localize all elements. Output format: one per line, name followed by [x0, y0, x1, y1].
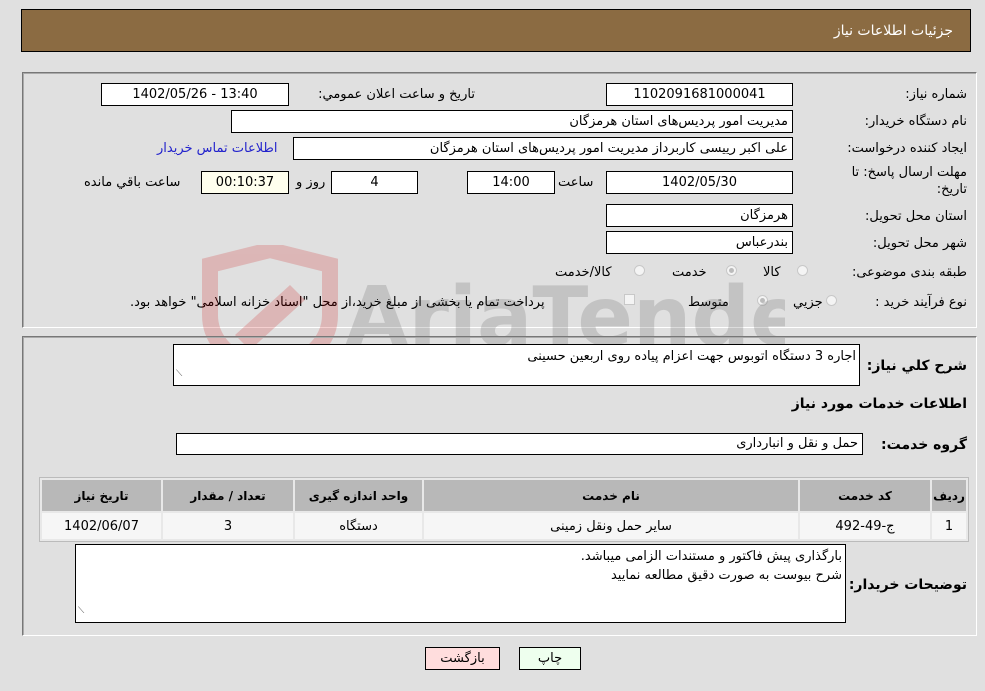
- cell-unit: دستگاه: [295, 513, 422, 539]
- cell-row-number: 1: [932, 513, 966, 539]
- deadline-label: مهلت ارسال پاسخ: تا: [851, 165, 967, 180]
- buyer-org-label: نام دستگاه خریدار:: [864, 114, 967, 129]
- summary-text: اجاره 3 دستگاه اتوبوس جهت اعزام پیاده رو…: [527, 349, 856, 364]
- purchase-minor-label: جزيي: [793, 295, 823, 310]
- announce-datetime-field: 1402/05/26 - 13:40: [101, 83, 289, 106]
- need-number-field: 1102091681000041: [606, 83, 793, 106]
- print-button[interactable]: چاپ: [519, 647, 581, 670]
- deadline-date-field: 1402/05/30: [606, 171, 793, 194]
- purchase-type-label: نوع فرآیند خرید :: [875, 295, 967, 310]
- days-label: روز و: [296, 175, 326, 190]
- cell-quantity: 3: [163, 513, 293, 539]
- category-label: طبقه بندی موضوعی:: [851, 265, 967, 280]
- services-title: اطلاعات خدمات مورد نياز: [791, 396, 967, 412]
- buyer-notes-label: توضیحات خریدار:: [848, 577, 967, 593]
- announce-datetime-label: تاریخ و ساعت اعلان عمومي:: [318, 87, 475, 102]
- buyer-contact-link[interactable]: اطلاعات تماس خریدار: [157, 141, 277, 156]
- col-header-service-code: کد خدمت: [800, 480, 930, 511]
- category-goods-label: کالا: [763, 265, 781, 280]
- delivery-city-field: بندرعباس: [606, 231, 793, 254]
- buyer-notes-textarea[interactable]: بارگذاری پیش فاکتور و مستندات الزامی میب…: [75, 544, 846, 623]
- summary-label: شرح کلي نياز:: [866, 358, 967, 374]
- resize-grip-icon[interactable]: ⟋: [78, 602, 84, 621]
- purchase-medium-radio[interactable]: [757, 295, 768, 306]
- back-button[interactable]: بازگشت: [425, 647, 500, 670]
- cell-service-code: ج-49-492: [800, 513, 930, 539]
- cell-need-date: 1402/06/07: [42, 513, 161, 539]
- delivery-province-label: استان محل تحویل:: [865, 209, 967, 224]
- requester-label: ایجاد کننده درخواست:: [847, 141, 967, 156]
- summary-textarea[interactable]: اجاره 3 دستگاه اتوبوس جهت اعزام پیاده رو…: [173, 344, 860, 386]
- page-title: جزئیات اطلاعات نیاز: [833, 23, 953, 39]
- buyer-org-field: مدیریت امور پردیس‌های استان هرمزگان: [231, 110, 793, 133]
- col-header-unit: واحد اندازه گیری: [295, 480, 422, 511]
- purchase-minor-radio[interactable]: [826, 295, 837, 306]
- category-goods-service-radio[interactable]: [634, 265, 645, 276]
- deadline-time-field: 14:00: [467, 171, 555, 194]
- col-header-row-number: ردیف: [932, 480, 966, 511]
- treasury-note: پرداخت تمام یا بخشی از مبلغ خرید،از محل …: [130, 295, 545, 310]
- delivery-province-field: هرمزگان: [606, 204, 793, 227]
- need-number-label: شماره نیاز:: [905, 87, 967, 102]
- services-table: ردیف کد خدمت نام خدمت واحد اندازه گیری ت…: [39, 477, 969, 542]
- requester-field: علی اکبر رییسی کاربرداز مدیریت امور پردی…: [293, 137, 793, 160]
- delivery-city-label: شهر محل تحویل:: [872, 236, 967, 251]
- buyer-notes-line-1: بارگذاری پیش فاکتور و مستندات الزامی میب…: [580, 549, 842, 564]
- category-service-label: خدمت: [672, 265, 707, 280]
- buyer-notes-line-2: شرح بیوست به صورت دقیق مطالعه نمایید: [610, 568, 842, 583]
- resize-grip-icon[interactable]: ⟋: [176, 365, 182, 384]
- col-header-service-name: نام خدمت: [424, 480, 798, 511]
- service-group-field: حمل و نقل و انبارداری: [176, 433, 863, 455]
- col-header-quantity: تعداد / مقدار: [163, 480, 293, 511]
- remaining-time-field: 00:10:37: [201, 171, 289, 194]
- page-header: جزئیات اطلاعات نیاز: [21, 9, 971, 52]
- table-header-row: ردیف کد خدمت نام خدمت واحد اندازه گیری ت…: [42, 480, 966, 511]
- category-goods-radio[interactable]: [797, 265, 808, 276]
- remaining-days-field: 4: [331, 171, 418, 194]
- table-row: 1 ج-49-492 سایر حمل ونقل زمینی دستگاه 3 …: [42, 513, 966, 539]
- category-goods-service-label: کالا/خدمت: [555, 265, 612, 280]
- col-header-need-date: تاریخ نیاز: [42, 480, 161, 511]
- treasury-bonds-checkbox[interactable]: [624, 294, 635, 305]
- cell-service-name: سایر حمل ونقل زمینی: [424, 513, 798, 539]
- deadline-label-line2: تاریخ:: [936, 182, 967, 197]
- deadline-time-label: ساعت: [558, 175, 594, 190]
- category-service-radio[interactable]: [726, 265, 737, 276]
- service-group-label: گروه خدمت:: [881, 437, 967, 453]
- purchase-medium-label: متوسط: [688, 295, 729, 310]
- remaining-time-label: ساعت باقي مانده: [84, 175, 181, 190]
